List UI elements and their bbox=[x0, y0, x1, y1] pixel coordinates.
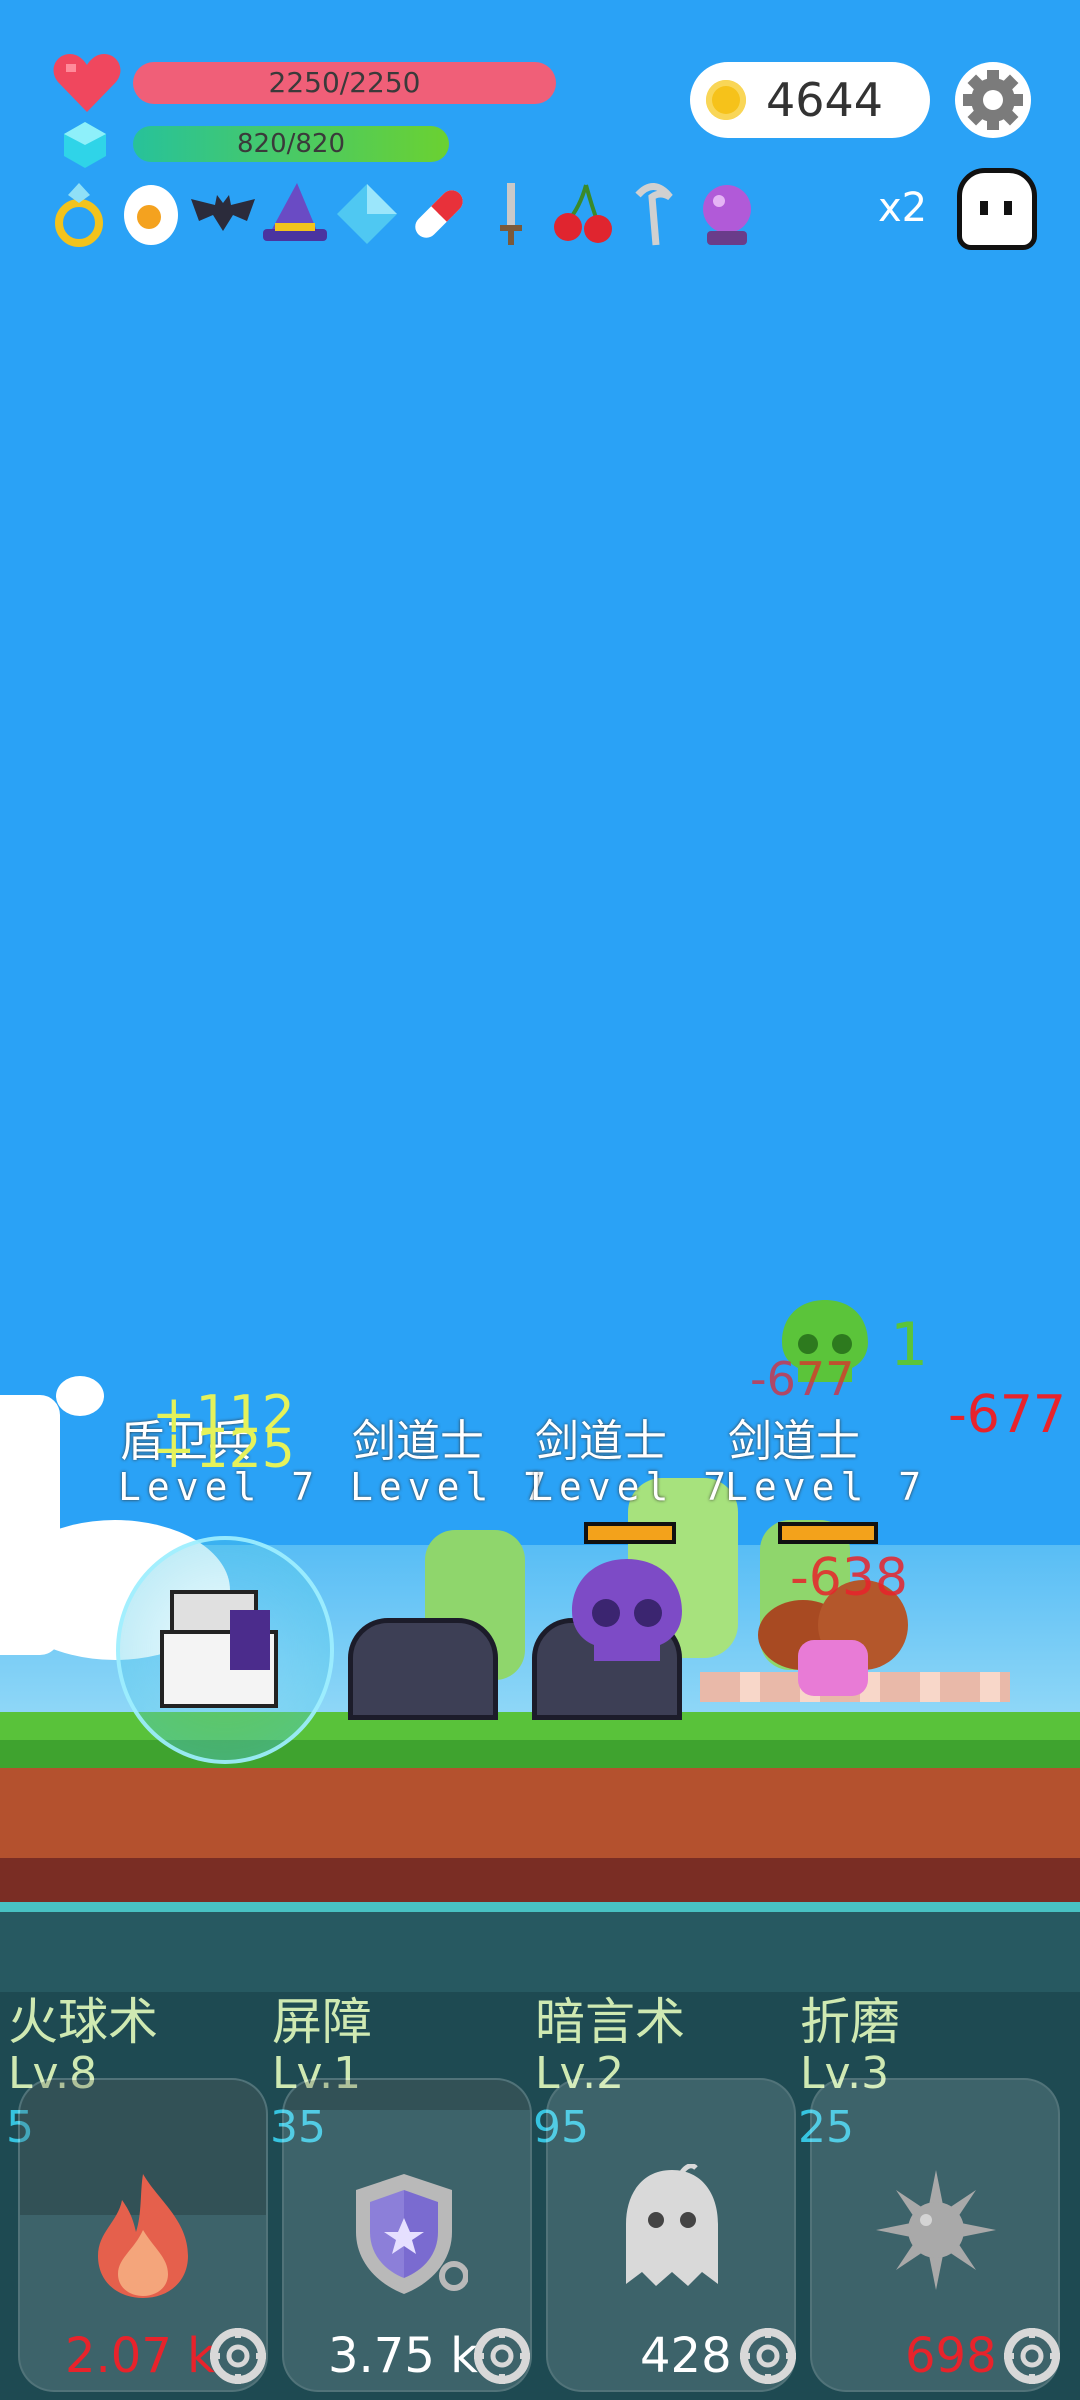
enemy-level: Level 7 bbox=[530, 1465, 733, 1509]
enemy-health-bar bbox=[584, 1522, 676, 1544]
hp-text: 2250/2250 bbox=[268, 66, 421, 99]
ground-grass-shade bbox=[0, 1740, 1080, 1770]
gear-icon bbox=[963, 70, 1023, 130]
pill-icon[interactable] bbox=[405, 178, 473, 250]
enemy-name: 剑道士 bbox=[352, 1416, 484, 1467]
damage-number: -677 bbox=[948, 1385, 1067, 1445]
skill-damage: 698 bbox=[905, 2328, 997, 2384]
ghost-icon bbox=[626, 2164, 718, 2286]
coin-counter: 4644 bbox=[690, 62, 930, 138]
ghost-pet-icon[interactable] bbox=[957, 168, 1037, 250]
bat-icon[interactable] bbox=[189, 178, 257, 250]
spiked-ball-icon bbox=[876, 2170, 996, 2290]
skill-damage: 2.07 k bbox=[65, 2328, 215, 2384]
scythe-icon[interactable] bbox=[621, 178, 689, 250]
settings-button[interactable] bbox=[955, 62, 1031, 138]
hp-bar: 2250/2250 bbox=[133, 62, 556, 104]
panel-band bbox=[0, 1912, 1080, 1992]
shield-icon bbox=[356, 2174, 468, 2294]
skill-name: 暗言术 bbox=[535, 1993, 685, 2051]
ring-icon[interactable] bbox=[45, 178, 113, 250]
coin-icon bbox=[706, 80, 746, 120]
ground-dirt-shade bbox=[0, 1858, 1080, 1902]
fire-icon bbox=[98, 2174, 188, 2298]
enemy-health-bar bbox=[778, 1522, 878, 1544]
enemy-level: Level 7 bbox=[350, 1465, 553, 1509]
skill-name: 屏障 bbox=[272, 1993, 372, 2051]
tombstone bbox=[348, 1618, 498, 1720]
mp-bar: 820/820 bbox=[133, 126, 449, 162]
player-knight bbox=[160, 1590, 280, 1710]
egg-icon[interactable] bbox=[117, 178, 185, 250]
auto-target-icon[interactable] bbox=[208, 2326, 268, 2386]
skill-damage: 3.75 k bbox=[328, 2328, 478, 2384]
skill-name: 折磨 bbox=[800, 1993, 900, 2051]
mana-crystal-icon bbox=[60, 120, 110, 170]
mp-text: 820/820 bbox=[236, 129, 345, 159]
panel-edge bbox=[0, 1902, 1080, 1912]
auto-target-icon[interactable] bbox=[738, 2326, 798, 2386]
hp-heart-icon bbox=[52, 52, 122, 116]
damage-number: -677 bbox=[750, 1352, 855, 1406]
green-number: 1 bbox=[890, 1310, 929, 1380]
crystal-ball-icon[interactable] bbox=[693, 178, 761, 250]
speed-multiplier[interactable]: x2 bbox=[878, 185, 927, 231]
skill-damage: 428 bbox=[640, 2328, 732, 2384]
wizard-hat-icon[interactable] bbox=[261, 178, 329, 250]
cloud-decoration bbox=[56, 1376, 104, 1416]
enemy-name: 剑道士 bbox=[535, 1416, 667, 1467]
cherry-icon[interactable] bbox=[549, 178, 617, 250]
skill-name: 火球术 bbox=[8, 1993, 158, 2051]
skull-enemy[interactable] bbox=[570, 1555, 685, 1665]
coin-amount: 4644 bbox=[766, 73, 884, 127]
auto-target-icon[interactable] bbox=[472, 2326, 532, 2386]
sword-icon[interactable] bbox=[477, 178, 545, 250]
enemy-name: 剑道士 bbox=[728, 1416, 860, 1467]
enemy-level: Level 7 bbox=[725, 1465, 928, 1509]
heal-number: +125 bbox=[152, 1420, 295, 1480]
diamond-icon[interactable] bbox=[333, 178, 401, 250]
damage-number: -638 bbox=[790, 1548, 909, 1608]
auto-target-icon[interactable] bbox=[1002, 2326, 1062, 2386]
ground-dirt bbox=[0, 1768, 1080, 1858]
